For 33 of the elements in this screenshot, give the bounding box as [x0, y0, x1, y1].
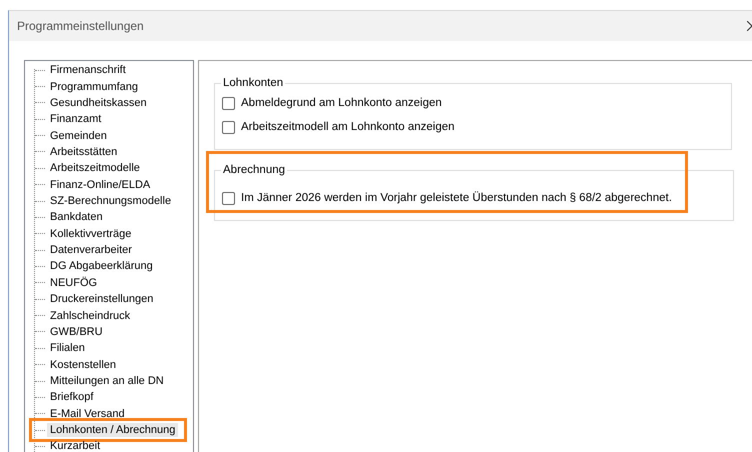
- tree-item[interactable]: Gesundheitskassen: [47, 96, 150, 110]
- tree-item[interactable]: DG Abgabeerklärung: [47, 259, 156, 274]
- checkbox[interactable]: [222, 120, 235, 134]
- tree-item[interactable]: Programmumfang: [47, 80, 142, 94]
- tree-item[interactable]: GWB/BRU: [47, 324, 106, 339]
- tree-item[interactable]: Kollektivverträge: [47, 226, 134, 241]
- checkbox[interactable]: [222, 192, 235, 204]
- tree-item[interactable]: Druckereinstellungen: [47, 292, 156, 306]
- tree-item[interactable]: Arbeitsstätten: [47, 144, 120, 159]
- checkbox[interactable]: [222, 96, 235, 110]
- checkbox-label[interactable]: Arbeitszeitmodell am Lohnkonto anzeigen: [241, 121, 455, 133]
- tree-item[interactable]: SZ-Berechnungsmodelle: [47, 194, 174, 208]
- window-title: Programmeinstellungen: [17, 19, 144, 33]
- tree-item[interactable]: Kurzarbeit: [47, 439, 104, 452]
- tree-item[interactable]: E-Mail Versand: [47, 406, 128, 421]
- group-title: Lohnkonten: [222, 77, 284, 89]
- tree-item[interactable]: Gemeinden: [47, 128, 110, 143]
- tree-item[interactable]: Datenverarbeiter: [47, 243, 135, 258]
- checkbox-label[interactable]: Im Jänner 2026 werden im Vorjahr geleistete Überstunden nach § 68/2 abgerechnet.: [241, 192, 672, 204]
- tree-item[interactable]: Arbeitszeitmodelle: [47, 161, 143, 176]
- tree-item[interactable]: Finanz-Online/ELDA: [47, 178, 154, 192]
- tree-item[interactable]: Finanzamt: [47, 112, 104, 126]
- tree-item[interactable]: Briefkopf: [47, 390, 96, 404]
- tree-item[interactable]: Bankdaten: [47, 210, 106, 224]
- group-title: Abrechnung: [222, 164, 286, 176]
- checkbox-label[interactable]: Abmeldegrund am Lohnkonto anzeigen: [241, 97, 442, 109]
- tree-item[interactable]: Firmenanschrift: [47, 63, 129, 78]
- tree-item[interactable]: Zahlscheindruck: [47, 308, 134, 323]
- tree-item[interactable]: Lohnkonten / Abrechnung: [47, 423, 178, 438]
- tree-item[interactable]: Kostenstellen: [47, 358, 120, 372]
- tree-item[interactable]: Mitteilungen an alle DN: [47, 374, 167, 388]
- tree-item[interactable]: Filialen: [47, 341, 88, 356]
- tree-item[interactable]: NEUFÖG: [47, 276, 100, 290]
